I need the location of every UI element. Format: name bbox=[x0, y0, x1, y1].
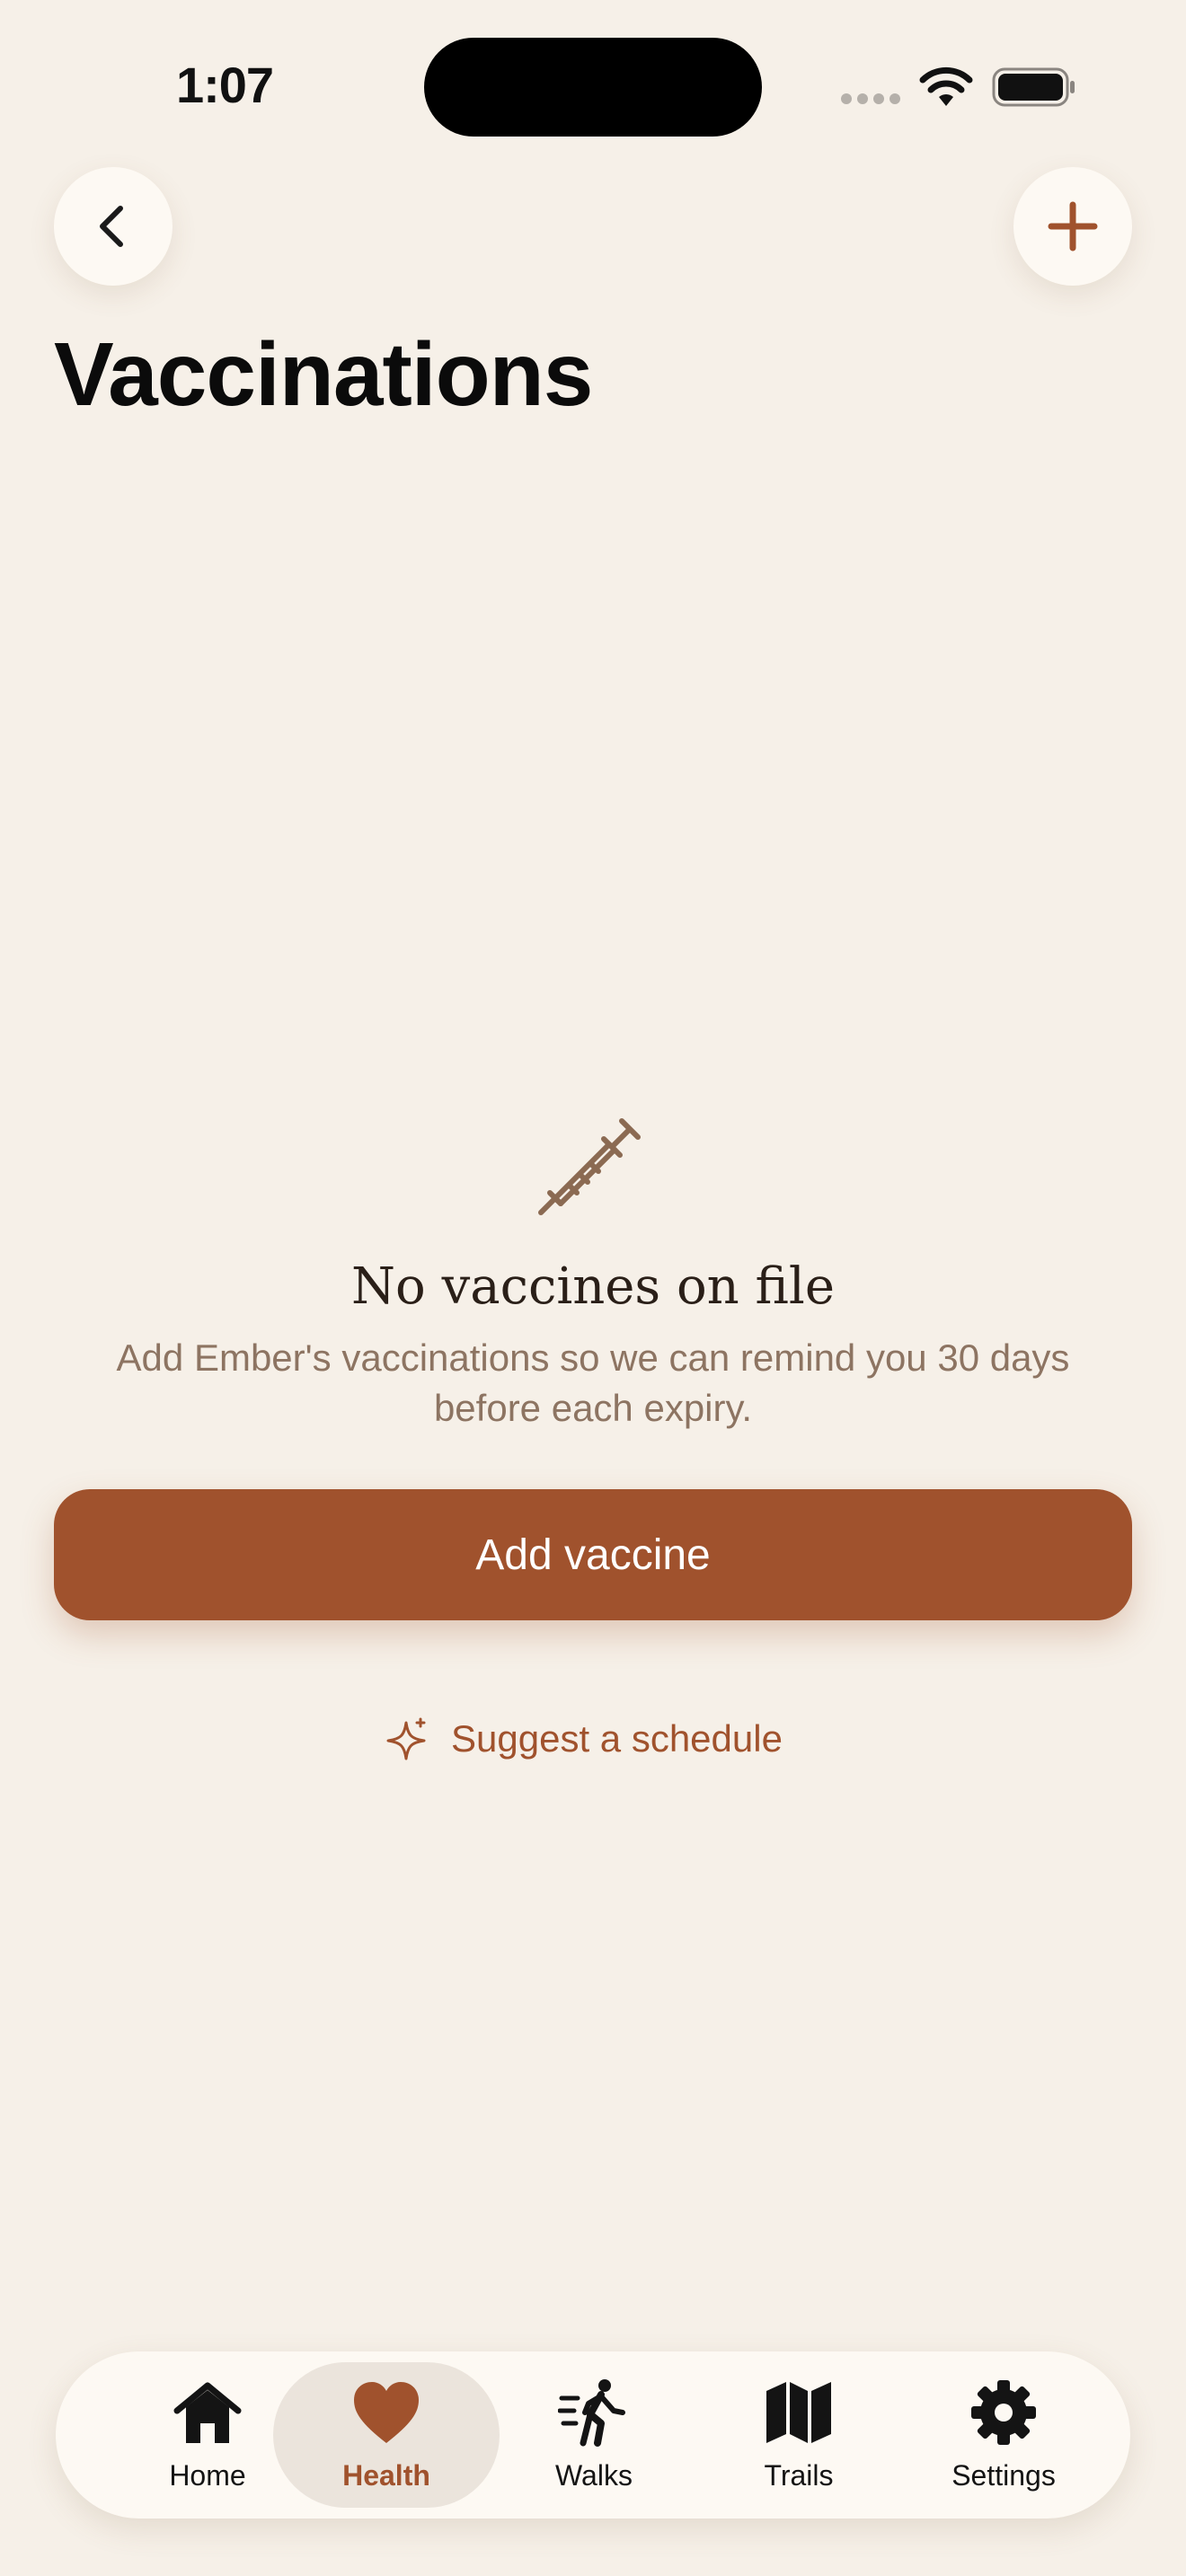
syringe-icon bbox=[538, 1118, 641, 1215]
map-icon bbox=[766, 2381, 831, 2443]
house-icon bbox=[173, 2382, 242, 2443]
tab-walks-label: Walks bbox=[555, 2458, 633, 2492]
plus-icon bbox=[1048, 201, 1098, 251]
walking-person-icon bbox=[558, 2378, 625, 2447]
empty-state-description: Add Ember's vaccinations so we can remin… bbox=[116, 1337, 1070, 1429]
tab-health-label: Health bbox=[342, 2458, 430, 2492]
sparkle-icon bbox=[386, 1717, 426, 1760]
tab-health[interactable]: Health bbox=[273, 2362, 500, 2508]
tab-settings-label: Settings bbox=[951, 2458, 1056, 2492]
gear-icon bbox=[971, 2379, 1036, 2445]
suggest-schedule-link[interactable]: Suggest a schedule bbox=[386, 1710, 783, 1768]
add-vaccine-top-button[interactable] bbox=[1013, 167, 1132, 286]
tab-bar: Home Health Walks Trails Settings bbox=[56, 2351, 1130, 2519]
signal-dots-icon bbox=[841, 93, 900, 104]
back-button[interactable] bbox=[54, 167, 173, 286]
dynamic-island bbox=[424, 38, 762, 137]
chevron-left-icon bbox=[100, 206, 123, 247]
suggest-schedule-label: Suggest a schedule bbox=[451, 1717, 783, 1760]
empty-state-title: No vaccines on file bbox=[351, 1257, 835, 1316]
heart-icon bbox=[354, 2381, 419, 2443]
page-title: Vaccinations bbox=[54, 324, 593, 425]
status-time: 1:07 bbox=[175, 57, 274, 113]
tab-walks[interactable]: Walks bbox=[491, 2362, 697, 2508]
add-vaccine-button[interactable]: Add vaccine bbox=[54, 1489, 1132, 1620]
tab-trails[interactable]: Trails bbox=[695, 2362, 902, 2508]
tab-settings[interactable]: Settings bbox=[900, 2362, 1107, 2508]
battery-icon bbox=[992, 67, 1075, 107]
tab-trails-label: Trails bbox=[764, 2458, 834, 2492]
tab-home-label: Home bbox=[169, 2458, 246, 2492]
status-bar: 1:07 bbox=[0, 0, 1186, 171]
wifi-icon bbox=[919, 66, 973, 106]
